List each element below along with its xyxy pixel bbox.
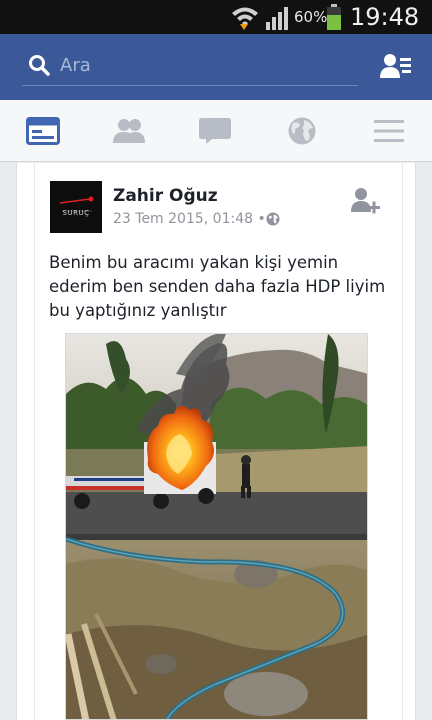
search-input[interactable] <box>60 51 350 79</box>
post-text: Benim bu aracımı yakan kişi yemin ederim… <box>49 253 386 320</box>
friend-requests-icon[interactable] <box>380 52 412 80</box>
tab-notifications[interactable] <box>284 114 320 148</box>
post-photo[interactable] <box>65 333 368 720</box>
add-friend-icon[interactable] <box>349 186 381 216</box>
news-feed-icon <box>26 117 60 145</box>
status-clock: 19:48 <box>350 3 420 31</box>
friends-icon <box>113 119 145 143</box>
battery-icon <box>327 4 341 30</box>
navigation-bar <box>0 100 432 162</box>
signal-icon <box>266 7 288 30</box>
meta-separator: • <box>257 211 266 227</box>
post-timestamp: 23 Tem 2015, 01:48 <box>113 211 254 227</box>
privacy-globe-icon <box>266 212 280 226</box>
messages-icon <box>199 118 231 144</box>
post-author-name[interactable]: Zahir Oğuz <box>113 186 218 206</box>
avatar-text: SURUÇ <box>62 209 90 217</box>
tab-friends[interactable] <box>111 114 147 148</box>
tab-news-feed[interactable] <box>25 114 61 148</box>
status-bar: 60% 19:48 <box>0 0 432 34</box>
post-meta[interactable]: 23 Tem 2015, 01:48 • <box>113 211 266 227</box>
search-header <box>0 34 432 100</box>
search-icon[interactable] <box>28 54 50 76</box>
tab-messages[interactable] <box>197 114 233 148</box>
globe-icon <box>288 117 316 145</box>
avatar-logo <box>59 196 94 212</box>
burning-truck-photo <box>66 334 367 719</box>
search-bar[interactable] <box>22 46 358 86</box>
menu-icon <box>374 120 404 142</box>
battery-percent: 60% <box>294 8 328 26</box>
wifi-icon <box>232 7 258 30</box>
avatar[interactable]: SURUÇ <box>50 181 102 233</box>
tab-menu[interactable] <box>371 114 407 148</box>
